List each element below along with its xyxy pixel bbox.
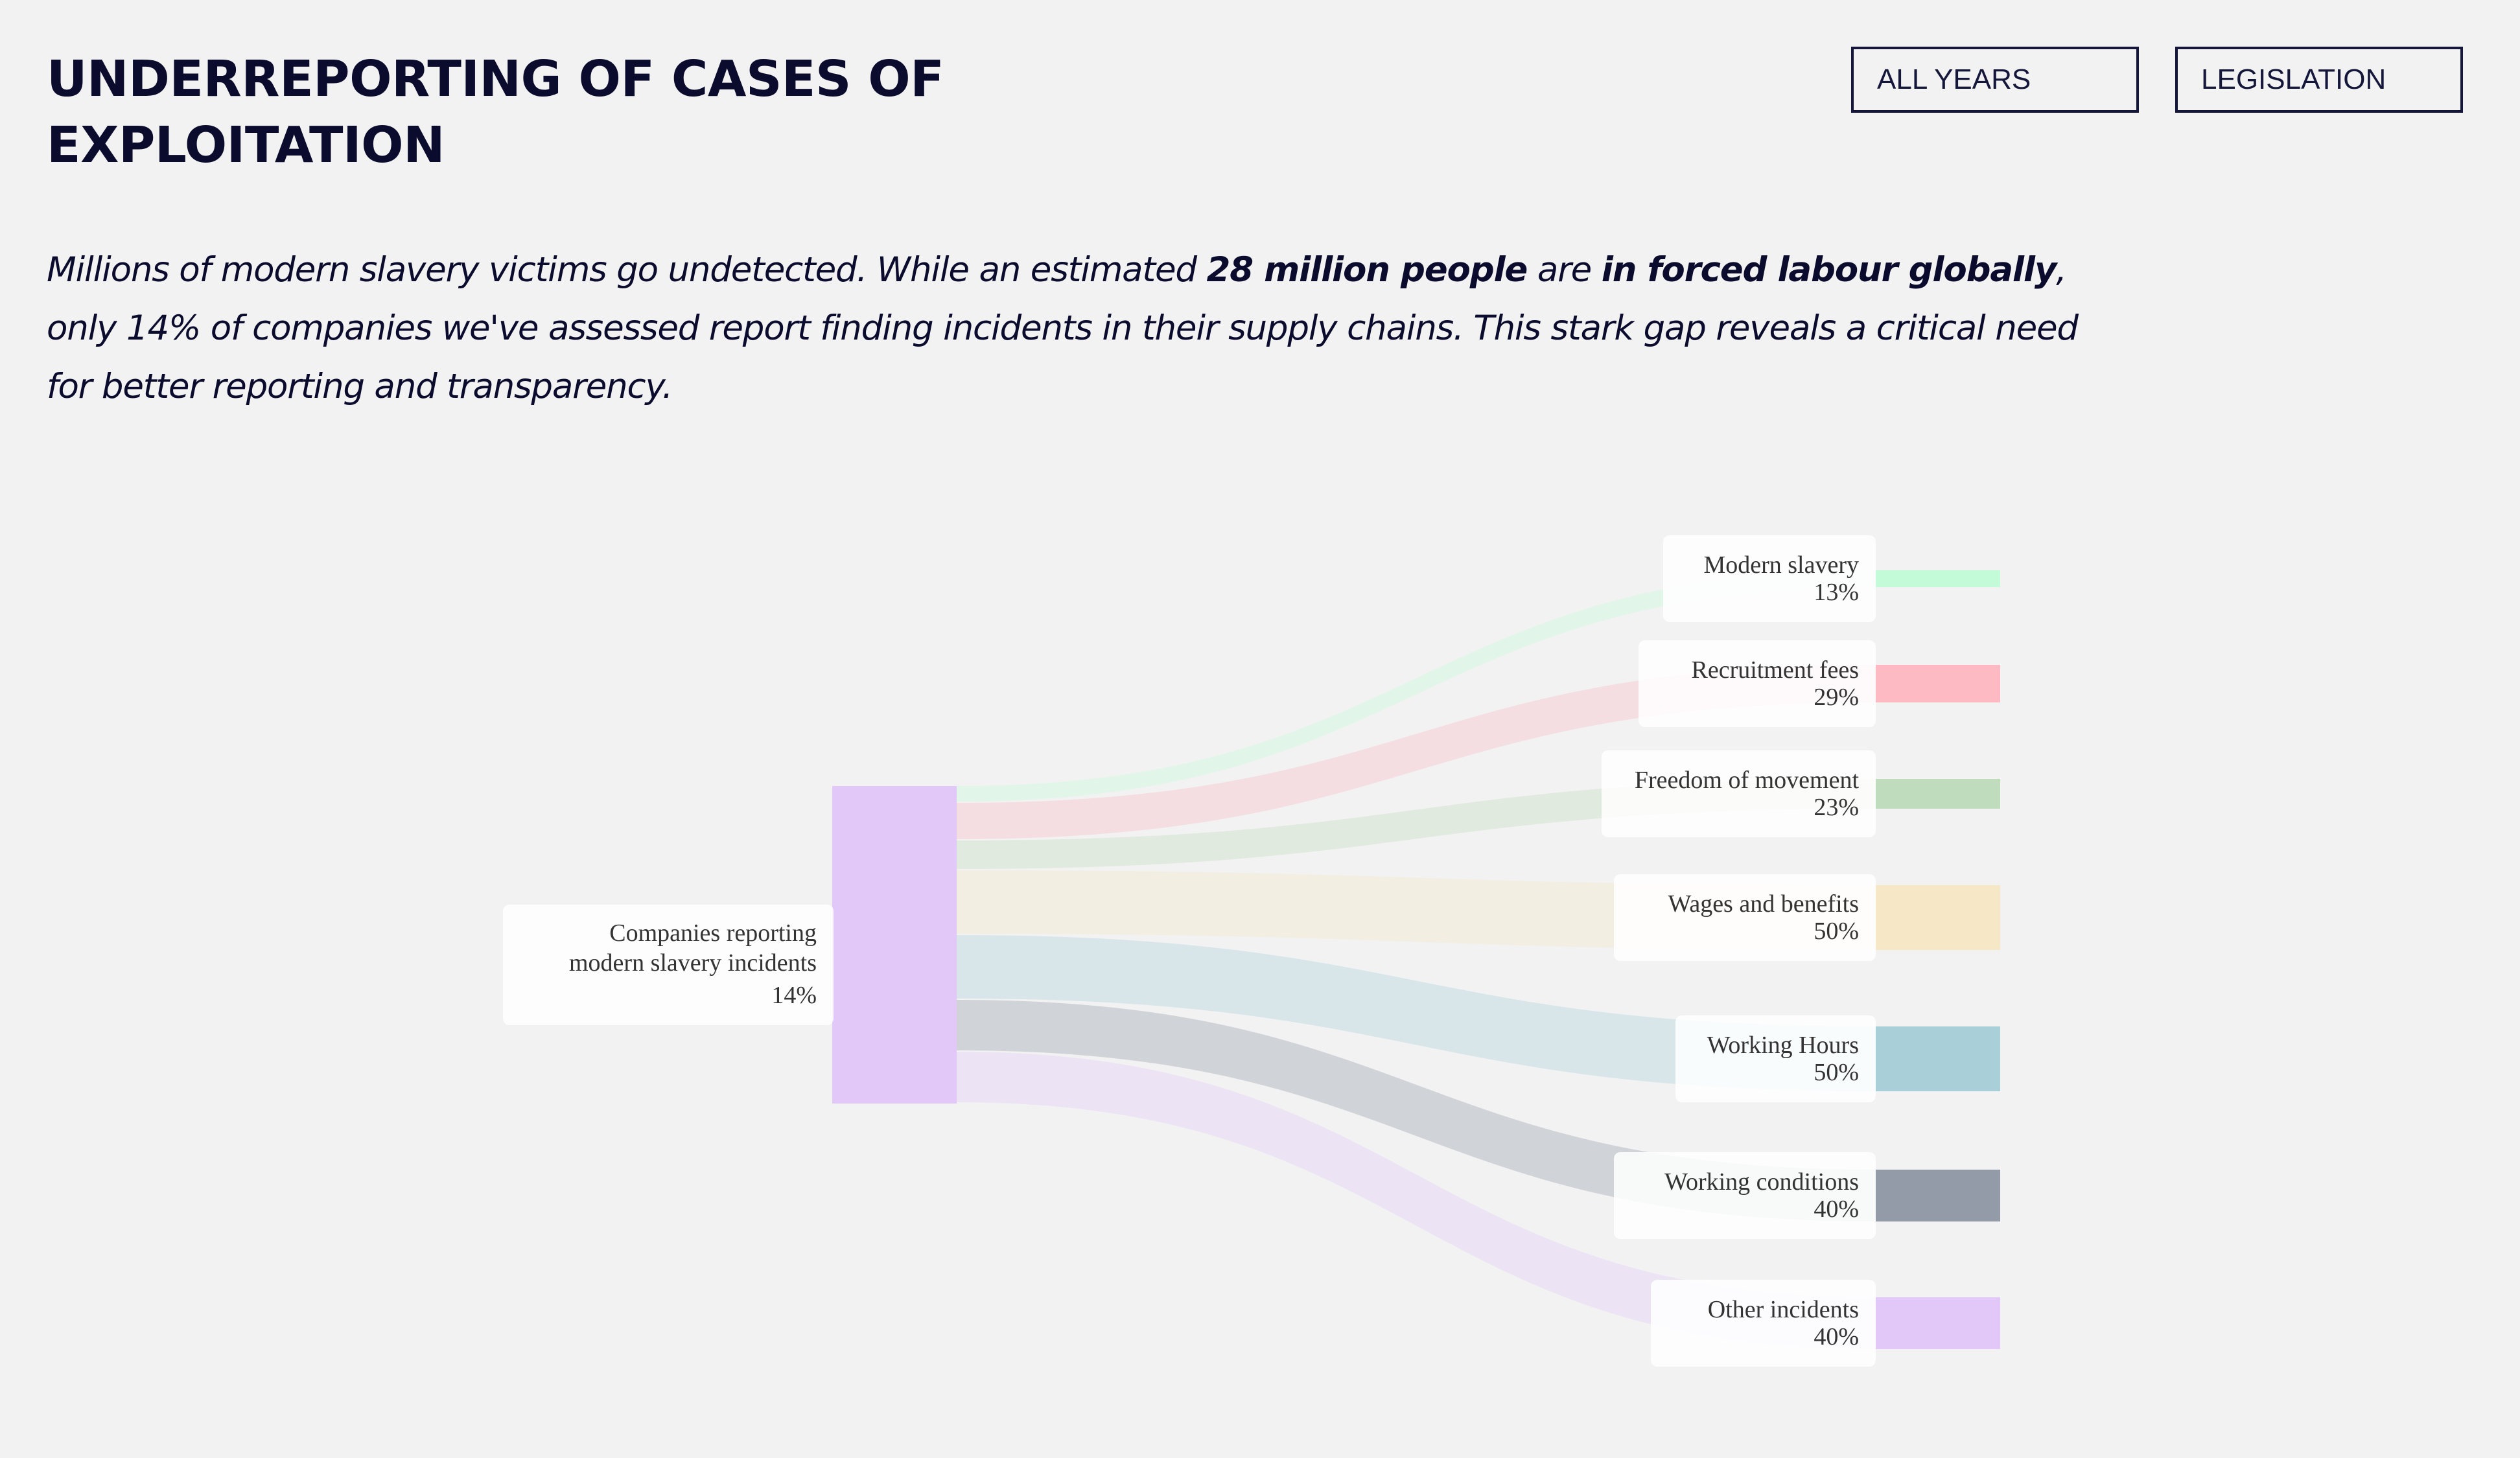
value-working-conditions: 40%: [1814, 1196, 1859, 1223]
value-other-incidents: 40%: [1814, 1323, 1859, 1350]
node-recruitment-fees: [1876, 665, 2000, 702]
value-recruitment-fees: 29%: [1814, 684, 1859, 711]
sankey-chart: Modern slavery13% Recruitment fees29% Free…: [503, 535, 2000, 1367]
label-freedom-of-movement: Freedom of movement: [1635, 767, 1860, 794]
node-source: [832, 786, 957, 1104]
label-working-hours: Working Hours: [1707, 1032, 1859, 1059]
label-modern-slavery: Modern slavery: [1703, 551, 1859, 579]
label-recruitment-fees: Recruitment fees: [1691, 656, 1859, 684]
node-working-hours: [1876, 1026, 2000, 1091]
value-source: 14%: [771, 982, 817, 1009]
node-wages-and-benefits: [1876, 885, 2000, 950]
node-freedom-of-movement: [1876, 779, 2000, 809]
label-wages-and-benefits: Wages and benefits: [1668, 890, 1860, 918]
page: UNDERREPORTING OF CASES OF EXPLOITATION …: [0, 0, 2520, 1458]
label-source-line1: Companies reporting: [609, 920, 817, 947]
label-source-line2: modern slavery incidents: [569, 949, 817, 977]
value-working-hours: 50%: [1814, 1059, 1859, 1086]
node-other-incidents: [1876, 1297, 2000, 1349]
value-modern-slavery: 13%: [1814, 579, 1859, 606]
value-wages-and-benefits: 50%: [1814, 918, 1859, 945]
label-working-conditions: Working conditions: [1664, 1168, 1859, 1196]
node-modern-slavery: [1876, 570, 2000, 587]
label-other-incidents: Other incidents: [1708, 1296, 1859, 1323]
node-working-conditions: [1876, 1170, 2000, 1221]
value-freedom-of-movement: 23%: [1814, 794, 1859, 821]
